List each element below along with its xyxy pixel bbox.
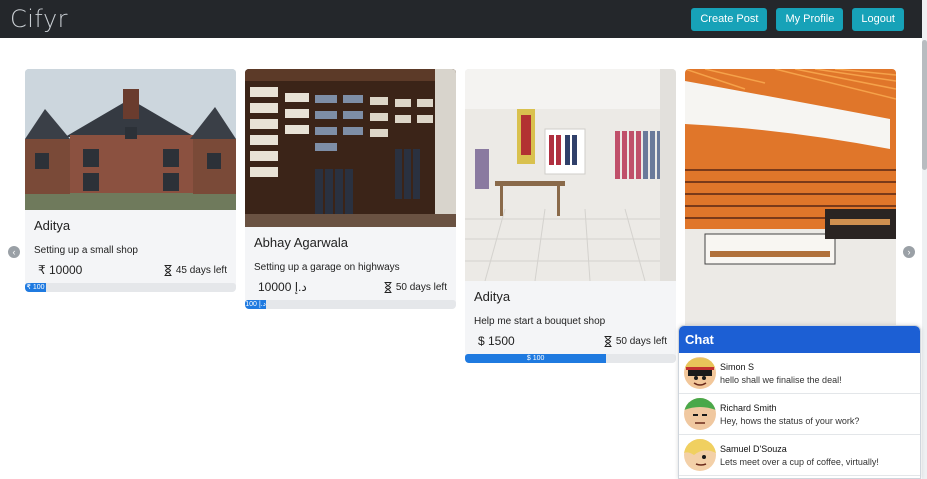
hourglass-icon <box>164 264 172 276</box>
card-days: 45 days left <box>164 264 227 276</box>
boutique-interior-photo <box>465 69 676 281</box>
bakery-counter-photo <box>685 69 896 329</box>
card-description: Setting up a garage on highways <box>254 262 400 273</box>
hourglass-icon <box>604 335 612 347</box>
chat-contact-name: Richard Smith <box>720 402 777 413</box>
card-days-label: 50 days left <box>615 335 667 347</box>
card-stats: د.إ 10000 50 days left <box>254 280 447 294</box>
brick-house-photo <box>25 69 236 210</box>
chat-conversation[interactable]: Simon S hello shall we finalise the deal… <box>679 353 920 394</box>
card-body: Aditya Setting up a small shop ₹ 10000 4… <box>25 210 236 283</box>
chat-text: Richard Smith Hey, hows the status of yo… <box>720 403 859 426</box>
card-amount: $ 1500 <box>478 334 515 348</box>
card-body: Aditya Help me start a bouquet shop $ 15… <box>465 281 676 354</box>
funding-progress: ₹ 100 <box>25 283 236 292</box>
hourglass-icon <box>384 281 392 293</box>
chat-conversation[interactable]: Samuel D'Souza Lets meet over a cup of c… <box>679 435 920 476</box>
card-owner: Abhay Agarwala <box>254 235 348 250</box>
post-card[interactable]: Abhay Agarwala Setting up a garage on hi… <box>245 69 456 309</box>
card-days: 50 days left <box>384 281 447 293</box>
post-card[interactable]: Aditya Setting up a small shop ₹ 10000 4… <box>25 69 236 292</box>
chat-text: Samuel D'Souza Lets meet over a cup of c… <box>720 444 879 467</box>
avatar <box>684 439 716 471</box>
chat-last-message: Hey, hows the status of your work? <box>720 415 860 426</box>
funding-progress-fill: $ 100 <box>465 354 607 363</box>
card-amount: ₹ 10000 <box>38 263 83 277</box>
scrollbar-thumb[interactable] <box>922 40 927 170</box>
chat-widget: Chat Simon S hello shall we finalise the… <box>678 325 921 479</box>
chat-last-message: hello shall we finalise the deal! <box>720 374 842 385</box>
my-profile-button[interactable]: My Profile <box>776 7 844 31</box>
chat-conversation[interactable]: Richard Smith Hey, hows the status of yo… <box>679 394 920 435</box>
funding-progress: د.إ 100 <box>245 300 456 309</box>
funding-progress: $ 100 <box>465 354 676 363</box>
brand-logo[interactable]: Cifyr <box>10 5 68 33</box>
post-card[interactable] <box>685 69 896 329</box>
avatar <box>684 398 716 430</box>
chat-text: Simon S hello shall we finalise the deal… <box>720 362 842 385</box>
create-post-button[interactable]: Create Post <box>691 7 768 31</box>
post-card[interactable]: Aditya Help me start a bouquet shop $ 15… <box>465 69 676 363</box>
card-description: Help me start a bouquet shop <box>474 316 606 327</box>
card-stats: $ 1500 50 days left <box>474 334 667 348</box>
chat-contact-name: Samuel D'Souza <box>720 443 787 454</box>
avatar <box>684 357 716 389</box>
card-amount: د.إ 10000 <box>258 280 307 294</box>
card-stats: ₹ 10000 45 days left <box>34 263 227 277</box>
funding-progress-fill: د.إ 100 <box>245 300 267 309</box>
page-scrollbar[interactable] <box>922 0 927 479</box>
card-description: Setting up a small shop <box>34 245 138 256</box>
carousel-prev-icon[interactable]: ‹ <box>8 246 20 258</box>
card-owner: Aditya <box>34 218 71 233</box>
chat-contact-name: Simon S <box>720 361 755 372</box>
card-days-label: 50 days left <box>395 281 447 293</box>
chat-last-message: Lets meet over a cup of coffee, virtuall… <box>720 456 879 467</box>
card-body: Abhay Agarwala Setting up a garage on hi… <box>245 227 456 300</box>
carousel-next-icon[interactable]: › <box>903 246 915 258</box>
card-owner: Aditya <box>474 289 511 304</box>
clothing-shelves-photo <box>245 69 456 227</box>
card-days: 50 days left <box>604 335 667 347</box>
card-days-label: 45 days left <box>175 264 227 276</box>
chat-header[interactable]: Chat <box>679 326 920 353</box>
funding-progress-fill: ₹ 100 <box>25 283 47 292</box>
top-navbar: Cifyr Create Post My Profile Logout <box>0 0 922 38</box>
logout-button[interactable]: Logout <box>852 7 904 31</box>
nav-actions: Create Post My Profile Logout <box>691 7 904 31</box>
